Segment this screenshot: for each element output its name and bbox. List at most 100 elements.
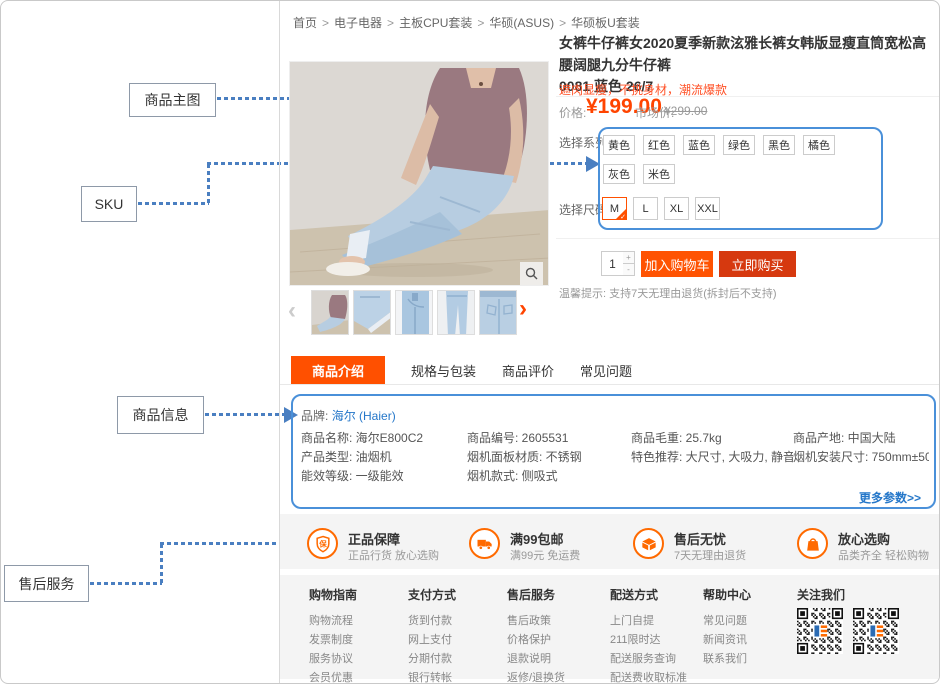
info-cell: 产品类型: 油烟机 <box>301 448 467 467</box>
tab-2[interactable]: 商品评价 <box>502 361 554 380</box>
truck-icon <box>469 528 500 559</box>
color-option-7[interactable]: 米色 <box>643 164 675 184</box>
tab-0[interactable]: 商品介绍 <box>291 356 385 385</box>
footer-link-2-0[interactable]: 售后政策 <box>507 612 565 631</box>
footer-link-2-2[interactable]: 退款说明 <box>507 650 565 669</box>
footer-link-0-1[interactable]: 发票制度 <box>309 631 357 650</box>
more-params-link[interactable]: 更多参数>> <box>859 489 921 506</box>
product-photo-illustration <box>290 62 549 286</box>
color-option-1[interactable]: 红色 <box>643 135 675 155</box>
footer-link-4-1[interactable]: 新闻资讯 <box>703 631 751 650</box>
footer-link-1-2[interactable]: 分期付款 <box>408 650 456 669</box>
size-option-1[interactable]: L <box>633 197 658 220</box>
color-option-0[interactable]: 黄色 <box>603 135 635 155</box>
footer-column-title: 帮助中心 <box>703 586 751 603</box>
breadcrumb-item-2[interactable]: 主板CPU套装 <box>399 16 472 30</box>
info-cell <box>631 467 793 486</box>
buy-now-button[interactable]: 立即购买 <box>719 251 796 277</box>
annotation-after-sale-connector-2 <box>160 544 163 585</box>
footer-link-2-3[interactable]: 返修/退换货 <box>507 669 565 684</box>
service-desc: 满99元 免运费 <box>510 547 580 563</box>
box-icon <box>633 528 664 559</box>
annotation-after-sale-label: 售后服务 <box>19 574 75 594</box>
quantity-input[interactable] <box>601 251 624 276</box>
color-option-4[interactable]: 黑色 <box>763 135 795 155</box>
annotation-sku-label: SKU <box>95 196 124 212</box>
product-main-image[interactable] <box>289 61 549 286</box>
annotation-after-sale-connector-3 <box>160 542 285 545</box>
footer-column-title: 售后服务 <box>507 586 565 603</box>
footer-link-3-2[interactable]: 配送服务查询 <box>610 650 687 669</box>
detail-tabs: 商品介绍 规格与包装 商品评价 常见问题 <box>291 356 632 385</box>
service-title: 售后无忧 <box>674 529 726 548</box>
color-option-2[interactable]: 蓝色 <box>683 135 715 155</box>
footer-link-0-2[interactable]: 服务协议 <box>309 650 357 669</box>
footer-link-3-0[interactable]: 上门自提 <box>610 612 687 631</box>
thumbnail-5[interactable] <box>479 290 517 335</box>
info-cell: 商品名称: 海尔E800C2 <box>301 429 467 448</box>
footer-link-4-2[interactable]: 联系我们 <box>703 650 751 669</box>
quantity-increase-button[interactable]: + <box>623 251 635 264</box>
annotation-product-info-label: 商品信息 <box>133 405 189 425</box>
size-option-2[interactable]: XL <box>664 197 689 220</box>
gallery-next-button[interactable]: › <box>519 297 527 321</box>
zoom-button[interactable] <box>520 262 543 285</box>
thumbnail-3[interactable] <box>395 290 433 335</box>
size-option-3[interactable]: XXL <box>695 197 720 220</box>
footer-link-0-3[interactable]: 会员优惠 <box>309 669 357 684</box>
tab-3[interactable]: 常见问题 <box>580 361 632 380</box>
color-option-5[interactable]: 橘色 <box>803 135 835 155</box>
footer-link-1-0[interactable]: 货到付款 <box>408 612 456 631</box>
footer-link-1-3[interactable]: 银行转帐 <box>408 669 456 684</box>
info-cell: 商品编号: 2605531 <box>467 429 631 448</box>
product-spec-table: 商品名称: 海尔E800C2商品编号: 2605531商品毛重: 25.7kg商… <box>301 429 929 486</box>
shield-icon: 保 <box>307 528 338 559</box>
tab-1[interactable]: 规格与包装 <box>411 361 476 380</box>
info-cell: 烟机款式: 侧吸式 <box>467 467 631 486</box>
brand-label: 品牌: <box>301 409 328 423</box>
footer-column-title: 购物指南 <box>309 586 357 603</box>
footer-follow-us: 关注我们 <box>797 586 845 603</box>
info-cell: 能效等级: 一级能效 <box>301 467 467 486</box>
add-to-cart-button[interactable]: 加入购物车 <box>641 251 713 277</box>
thumbnail-2[interactable] <box>353 290 391 335</box>
size-option-0[interactable]: M✓ <box>602 197 627 220</box>
color-options: 黄色红色蓝色绿色黑色橘色灰色米色 <box>603 135 843 184</box>
breadcrumb-item-3[interactable]: 华硕(ASUS) <box>489 16 554 30</box>
footer-link-4-0[interactable]: 常见问题 <box>703 612 751 631</box>
divider <box>556 238 939 239</box>
brand-link[interactable]: 海尔 (Haier) <box>332 409 396 423</box>
color-option-6[interactable]: 灰色 <box>603 164 635 184</box>
annotation-sku-connector-1 <box>138 202 209 205</box>
qr-code-1 <box>797 608 843 654</box>
quantity-stepper: + - <box>623 251 635 276</box>
info-cell: 烟机安装尺寸: 750mm±50mm (烟... <box>793 448 929 467</box>
annotation-after-sale: 售后服务 <box>4 565 89 602</box>
footer-link-0-0[interactable]: 购物流程 <box>309 612 357 631</box>
thumbnail-4[interactable] <box>437 290 475 335</box>
footer-column-2: 售后服务售后政策价格保护退款说明返修/退换货取消订单 <box>507 586 565 684</box>
gallery-prev-button[interactable]: ‹ <box>288 299 296 323</box>
tabs-divider <box>280 384 940 385</box>
footer-link-3-1[interactable]: 211限时达 <box>610 631 687 650</box>
footer-column-4: 帮助中心常见问题新闻资讯联系我们 <box>703 586 751 669</box>
footer-link-1-1[interactable]: 网上支付 <box>408 631 456 650</box>
annotation-sku: SKU <box>81 186 137 222</box>
breadcrumb-separator: > <box>559 16 566 30</box>
breadcrumb-item-4[interactable]: 华硕板U套装 <box>571 16 640 30</box>
breadcrumb-item-1[interactable]: 电子电器 <box>334 16 382 30</box>
product-title-line1: 女裤牛仔裤女2020夏季新款泫雅长裤女韩版显瘦直筒宽松高腰阔腿九分牛仔裤 <box>559 33 939 76</box>
annotation-main-image-label: 商品主图 <box>145 90 201 110</box>
color-option-3[interactable]: 绿色 <box>723 135 755 155</box>
breadcrumb-item-0[interactable]: 首页 <box>293 16 317 30</box>
footer-link-3-3[interactable]: 配送费收取标准 <box>610 669 687 684</box>
annotation-after-sale-connector-1 <box>90 582 162 585</box>
annotation-product-info-connector <box>205 413 285 416</box>
thumbnail-1[interactable] <box>311 290 349 335</box>
footer-column-0: 购物指南购物流程发票制度服务协议会员优惠 <box>309 586 357 684</box>
footer-link-2-1[interactable]: 价格保护 <box>507 631 565 650</box>
info-cell: 商品毛重: 25.7kg <box>631 429 793 448</box>
footer-column-1: 支付方式货到付款网上支付分期付款银行转帐 <box>408 586 456 684</box>
service-title: 满99包邮 <box>510 529 563 548</box>
quantity-decrease-button[interactable]: - <box>623 264 635 276</box>
